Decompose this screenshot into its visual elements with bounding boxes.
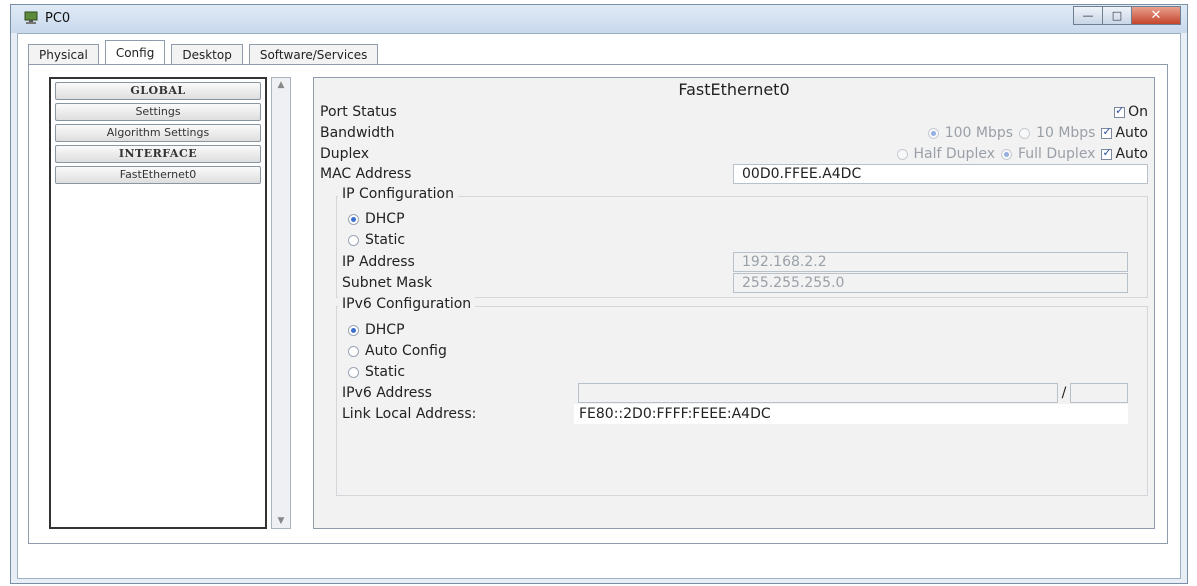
tab-bar: Physical Config Desktop Software/Service… [28, 40, 384, 64]
bandwidth-auto-label: Auto [1115, 125, 1148, 141]
sidebar-item-settings[interactable]: Settings [55, 103, 261, 121]
app-window: PC0 — □ ✕ Physical Config Desktop Softwa… [10, 4, 1188, 584]
duplex-auto-label: Auto [1115, 146, 1148, 162]
sidebar-header-interface[interactable]: INTERFACE [55, 145, 261, 163]
ip-address-field[interactable]: 192.168.2.2 [733, 252, 1128, 272]
sidebar-header-global[interactable]: GLOBAL [55, 82, 261, 100]
close-button[interactable]: ✕ [1131, 6, 1181, 25]
mac-address-label: MAC Address [320, 166, 412, 182]
scroll-down-icon[interactable]: ▼ [272, 516, 290, 526]
minimize-button[interactable]: — [1073, 6, 1103, 25]
ipv6-auto-config-radio[interactable] [348, 345, 359, 357]
ipv6-prefix-separator: / [1061, 385, 1067, 401]
link-local-label: Link Local Address: [342, 406, 477, 422]
subnet-mask-field[interactable]: 255.255.255.0 [733, 273, 1128, 293]
duplex-label: Duplex [320, 146, 370, 162]
maximize-button[interactable]: □ [1102, 6, 1132, 25]
bandwidth-control: 100 Mbps 10 Mbps Auto [922, 125, 1148, 141]
bandwidth-10-label: 10 Mbps [1036, 125, 1096, 141]
ip-config-title: IP Configuration [338, 186, 458, 202]
subnet-mask-label: Subnet Mask [342, 275, 433, 291]
ipv6-static-option[interactable]: Static [342, 364, 405, 380]
title-bar[interactable]: PC0 — □ ✕ [11, 5, 1187, 33]
interface-title: FastEthernet0 [678, 80, 790, 99]
duplex-half-label: Half Duplex [913, 146, 995, 162]
port-status-checkbox[interactable] [1114, 104, 1126, 118]
pc-icon [24, 11, 38, 24]
interface-panel: FastEthernet0 Port Status On Bandwidth 1… [313, 77, 1155, 529]
ip-static-option[interactable]: Static [342, 232, 405, 248]
duplex-half-radio[interactable] [896, 148, 908, 160]
sidebar: GLOBAL Settings Algorithm Settings INTER… [49, 77, 267, 529]
scroll-up-icon[interactable]: ▲ [272, 80, 290, 90]
bandwidth-auto-checkbox[interactable] [1101, 125, 1113, 139]
link-local-field[interactable]: FE80::2D0:FFFF:FEEE:A4DC [574, 404, 1128, 424]
port-status-control: On [1108, 104, 1148, 120]
ipv6-static-radio[interactable] [348, 366, 359, 378]
bandwidth-100-label: 100 Mbps [944, 125, 1014, 141]
window-controls: — □ ✕ [1073, 6, 1181, 26]
config-panel: GLOBAL Settings Algorithm Settings INTER… [28, 64, 1168, 544]
ipv6-dhcp-option[interactable]: DHCP [342, 322, 405, 338]
port-status-on-label: On [1128, 104, 1148, 120]
ipv6-dhcp-radio[interactable] [348, 324, 359, 336]
ipv6-static-label: Static [365, 364, 406, 380]
ipv6-address-field[interactable] [578, 383, 1058, 403]
ip-dhcp-option[interactable]: DHCP [342, 211, 405, 227]
bandwidth-label: Bandwidth [320, 125, 395, 141]
bandwidth-100-radio[interactable] [927, 127, 939, 139]
tab-software-services[interactable]: Software/Services [248, 44, 379, 64]
window-title: PC0 [45, 11, 71, 26]
ipv6-auto-config-option[interactable]: Auto Config [342, 343, 447, 359]
ipv6-prefix-field[interactable] [1070, 383, 1128, 403]
duplex-full-label: Full Duplex [1018, 146, 1096, 162]
ip-static-radio[interactable] [348, 234, 359, 246]
client-area: Physical Config Desktop Software/Service… [17, 33, 1181, 579]
sidebar-item-fastethernet0[interactable]: FastEthernet0 [55, 166, 261, 184]
tab-physical[interactable]: Physical [28, 44, 99, 64]
ipv6-address-label: IPv6 Address [342, 385, 432, 401]
sidebar-item-algorithm-settings[interactable]: Algorithm Settings [55, 124, 261, 142]
sidebar-scrollbar[interactable]: ▲ ▼ [271, 77, 291, 529]
ip-dhcp-radio[interactable] [348, 213, 359, 225]
ip-dhcp-label: DHCP [365, 211, 405, 227]
duplex-control: Half Duplex Full Duplex Auto [891, 146, 1148, 162]
ip-static-label: Static [365, 232, 406, 248]
ipv6-auto-config-label: Auto Config [365, 343, 447, 359]
ip-address-label: IP Address [342, 254, 415, 270]
duplex-auto-checkbox[interactable] [1101, 146, 1113, 160]
ipv6-dhcp-label: DHCP [365, 322, 405, 338]
port-status-label: Port Status [320, 104, 397, 120]
mac-address-field[interactable]: 00D0.FFEE.A4DC [733, 164, 1148, 184]
bandwidth-10-radio[interactable] [1019, 127, 1031, 139]
tab-config[interactable]: Config [104, 40, 166, 64]
tab-desktop[interactable]: Desktop [171, 44, 243, 64]
duplex-full-radio[interactable] [1001, 148, 1012, 160]
ipv6-config-title: IPv6 Configuration [338, 296, 476, 312]
